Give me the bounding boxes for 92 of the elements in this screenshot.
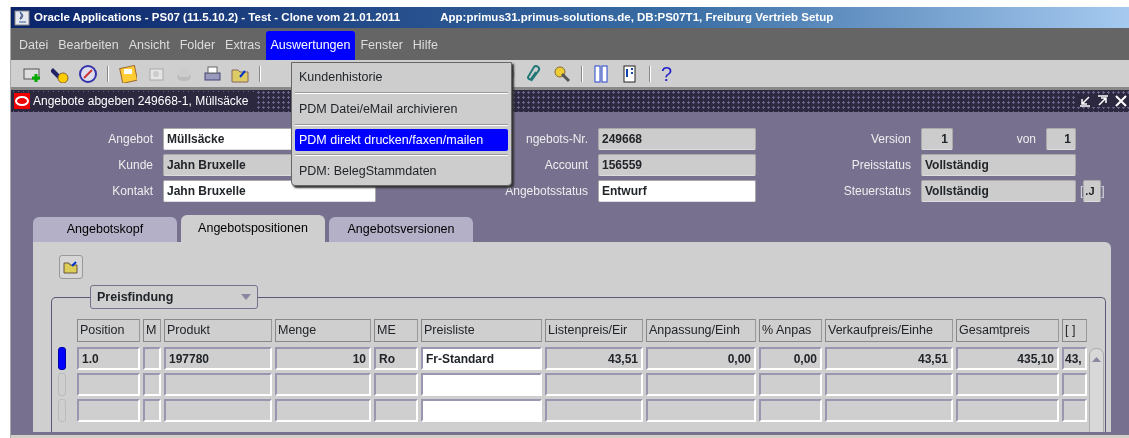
column-header[interactable]: ME: [374, 319, 418, 342]
table-cell[interactable]: [421, 373, 542, 396]
table-cell: [374, 399, 418, 422]
table-cell: [374, 373, 418, 396]
input-field[interactable]: Entwurf: [598, 180, 756, 202]
window-title: Oracle Applications - PS07 (11.5.10.2) - Test - Clone vom 21.01.2011: [34, 9, 401, 25]
field-label: ngebots-Nr.: [525, 132, 588, 146]
table-cell: [77, 373, 140, 396]
table-cell: 43,: [1062, 347, 1087, 370]
field-label: Preisstatus: [851, 158, 911, 172]
save-icon[interactable]: [119, 64, 137, 83]
bracket: [: [1080, 183, 1084, 200]
caret-icon: [241, 294, 251, 300]
table-cell[interactable]: Fr-Standard: [421, 347, 542, 370]
input-field[interactable]: 1: [1046, 128, 1076, 150]
table-cell: 0,00: [646, 347, 756, 370]
document-icon[interactable]: [621, 64, 639, 83]
tab[interactable]: Angebotsversionen: [329, 217, 473, 242]
table-cell: 197780: [164, 347, 272, 370]
table-cell: [1062, 399, 1087, 422]
table-cell[interactable]: [421, 399, 542, 422]
field-label: von: [1016, 132, 1036, 146]
app-icon: [14, 9, 30, 26]
input-field[interactable]: Vollständig: [921, 154, 1076, 176]
menu-item[interactable]: Extras: [220, 31, 266, 60]
tab[interactable]: Angebotskopf: [33, 217, 177, 242]
input-field[interactable]: Vollständig: [921, 180, 1076, 202]
menu-item[interactable]: Auswertungen: [265, 31, 356, 60]
column-header[interactable]: [ ]: [1062, 319, 1087, 342]
tab[interactable]: Angebotspositionen: [181, 215, 325, 242]
column-header[interactable]: Verkaufpreis/Einhe: [825, 319, 953, 342]
field-label: Kunde: [118, 158, 153, 172]
table-cell: [759, 399, 822, 422]
help-button[interactable]: ?: [661, 63, 673, 84]
field-label: Angebotsstatus: [505, 184, 588, 198]
input-field[interactable]: 1: [921, 128, 953, 150]
column-header[interactable]: Produkt: [164, 319, 272, 342]
menu-item[interactable]: Kundenhistorie: [295, 65, 508, 89]
printer-icon[interactable]: [203, 64, 221, 83]
number-grid-icon[interactable]: [593, 64, 611, 83]
column-header[interactable]: Position: [77, 319, 140, 342]
table-cell: 435,10: [956, 347, 1059, 370]
form-title: Angebote abgeben 249668-1, Müllsäcke: [33, 93, 249, 110]
table-cell: [143, 347, 161, 370]
field-label: Steuerstatus: [843, 184, 911, 198]
field-label: Version: [870, 132, 911, 146]
menu-item[interactable]: Datei: [14, 31, 54, 60]
scrollbar[interactable]: [1089, 348, 1104, 432]
menu-item[interactable]: PDM direkt drucken/faxen/mailen: [295, 129, 508, 151]
table-cell: [143, 399, 161, 422]
paperclip-icon[interactable]: [525, 64, 543, 83]
row-indicator[interactable]: [58, 347, 66, 370]
table-cell: 43,51: [545, 347, 643, 370]
table-cell: [77, 399, 140, 422]
column-header[interactable]: Listenpreis/Eir: [545, 319, 643, 342]
minimize-icon[interactable]: [1079, 95, 1091, 107]
column-header[interactable]: M: [143, 319, 161, 342]
table-cell: 1.0: [77, 347, 140, 370]
window-info: App:primus31.primus-solutions.de, DB:PS07T1, Freiburg Vertrieb Setup: [440, 9, 834, 25]
menu-item[interactable]: Ansicht: [123, 31, 175, 60]
column-header[interactable]: Gesamtpreis: [956, 319, 1059, 342]
column-header[interactable]: Preisliste: [421, 319, 542, 342]
dropdown[interactable]: Preisfindung: [90, 285, 258, 309]
compass-icon[interactable]: [79, 64, 97, 83]
column-header[interactable]: % Anpas: [759, 319, 822, 342]
menu-item[interactable]: Fenster: [355, 31, 408, 60]
table-cell: 10: [275, 347, 371, 370]
field-label: Kontakt: [112, 184, 153, 198]
table-cell: 43,51: [825, 347, 953, 370]
open-folder-button[interactable]: [59, 255, 83, 279]
table-cell: [1062, 373, 1087, 396]
input-field[interactable]: .J: [1083, 180, 1102, 202]
field-label: Angebot: [108, 132, 153, 146]
maximize-icon[interactable]: [1097, 95, 1109, 107]
close-icon[interactable]: [1115, 95, 1127, 107]
input-field[interactable]: 249668: [598, 128, 756, 150]
table-cell: [759, 373, 822, 396]
column-header[interactable]: Anpassung/Einh: [646, 319, 756, 342]
table-cell: 0,00: [759, 347, 822, 370]
table-cell: [143, 373, 161, 396]
table-cell: Ro: [374, 347, 418, 370]
input-field[interactable]: 156559: [598, 154, 756, 176]
oracle-icon: [14, 93, 30, 109]
column-header[interactable]: Menge: [275, 319, 371, 342]
menu-item[interactable]: Folder: [174, 31, 221, 60]
menu-item[interactable]: Bearbeiten: [53, 31, 124, 60]
field-label: Account: [544, 158, 588, 172]
menu-item[interactable]: Hilfe: [407, 31, 443, 60]
folder-icon[interactable]: [63, 260, 79, 274]
dropdown-value: Preisfindung: [97, 288, 174, 306]
bracket: ]: [1101, 183, 1105, 200]
menu-item[interactable]: PDM Datei/eMail archivieren: [295, 97, 508, 121]
